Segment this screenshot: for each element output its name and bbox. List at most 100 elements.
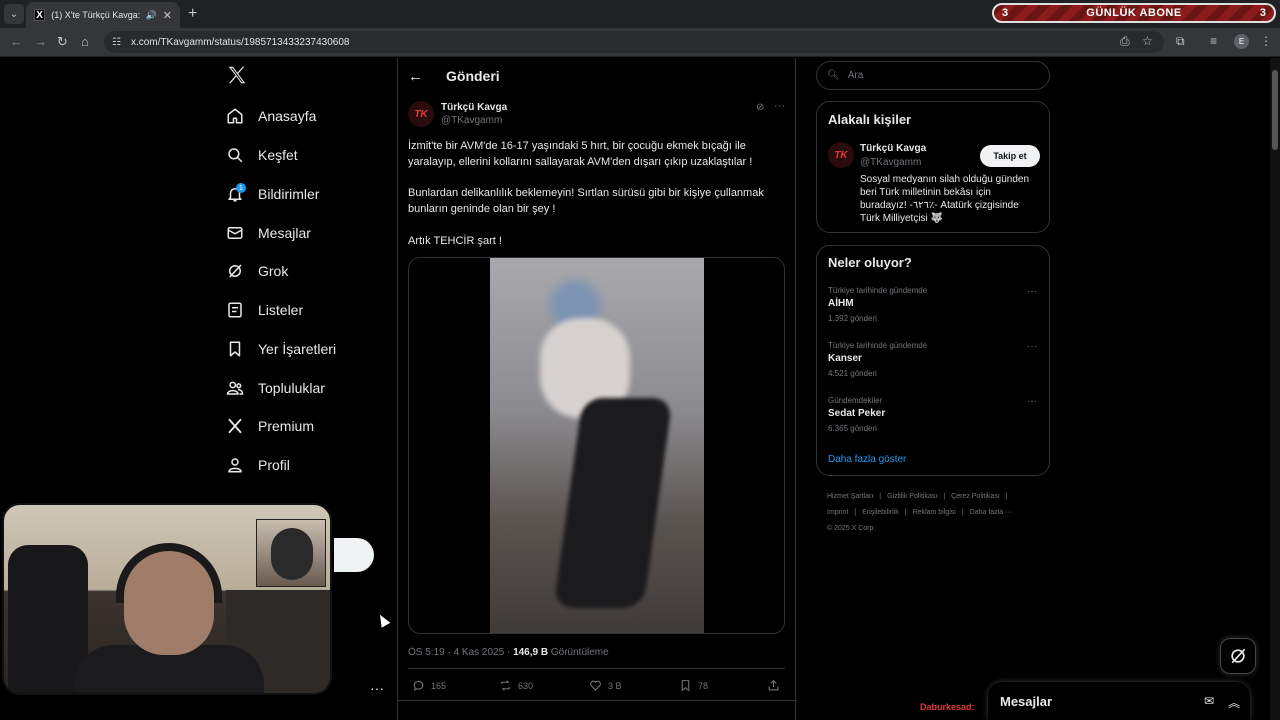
repost-icon: [501, 680, 510, 691]
headset-icon: [116, 543, 222, 603]
related-handle[interactable]: @TKavgamm: [860, 157, 921, 168]
notification-badge: 1: [236, 183, 246, 193]
nav-notifications[interactable]: 1 Bildirimler: [226, 182, 319, 206]
nav-lists[interactable]: Listeler: [226, 298, 303, 322]
post-time[interactable]: ÖS 5:19 · 4 Kas 2025 ·: [408, 647, 513, 658]
tab-search-button[interactable]: ⌄: [4, 4, 24, 24]
repost-button[interactable]: 630: [499, 679, 533, 692]
expand-up-icon[interactable]: ︽: [1228, 694, 1240, 711]
trend-name[interactable]: Sedat Peker: [828, 408, 885, 419]
scrollbar-thumb[interactable]: [1272, 70, 1278, 150]
footer-separator: |: [1005, 493, 1008, 500]
post-video[interactable]: [408, 257, 785, 634]
trend-name[interactable]: AİHM: [828, 298, 854, 309]
trend-context: Türkiye tarihinde gündemde: [828, 286, 928, 295]
footer-separator: |: [879, 493, 882, 500]
page-scrollbar[interactable]: [1270, 58, 1280, 720]
post-button[interactable]: [334, 538, 374, 572]
grok-icon: [1231, 648, 1246, 664]
footer-link[interactable]: Imprint: [827, 509, 848, 516]
copyright: © 2025 X Corp.: [827, 525, 876, 532]
footer-link[interactable]: Gizlilik Politikası: [887, 493, 937, 500]
grok-explain-icon[interactable]: ⊘: [756, 102, 764, 113]
nav-home-label: Anasayfa: [258, 108, 317, 124]
follow-button[interactable]: Takip et: [980, 145, 1040, 167]
footer-link[interactable]: Hizmet Şartları: [827, 493, 873, 500]
nav-explore[interactable]: Keşfet: [226, 143, 298, 167]
view-count: 146,9 B: [513, 647, 549, 658]
post-paragraph-2: Bunlardan delikanlılık beklemeyin! Sırtl…: [408, 187, 764, 215]
footer-separator: |: [904, 509, 907, 516]
related-name[interactable]: Türkçü Kavga: [860, 143, 926, 154]
nav-communities[interactable]: Topluluklar: [226, 376, 325, 400]
related-avatar[interactable]: TK: [828, 142, 854, 168]
browser-profile-avatar[interactable]: E: [1234, 34, 1249, 49]
stream-overlay-username: Daburkesad:: [920, 702, 975, 712]
messages-drawer[interactable]: Mesajlar ✉ ︽: [988, 682, 1250, 720]
browser-menu-icon[interactable]: ⋮: [1260, 34, 1272, 48]
nav-explore-label: Keşfet: [258, 147, 298, 163]
x-logo-icon[interactable]: [226, 64, 248, 86]
nav-bookmarks[interactable]: Yer İşaretleri: [226, 337, 336, 361]
new-tab-icon[interactable]: +: [188, 5, 197, 23]
reply-button[interactable]: 165: [412, 679, 446, 692]
trend-context: Türkiye tarihinde gündemde: [828, 341, 928, 350]
close-tab-icon[interactable]: ✕: [163, 9, 172, 22]
trend-more-icon[interactable]: ···: [1027, 286, 1037, 297]
new-message-icon[interactable]: ✉: [1204, 694, 1214, 708]
author-handle[interactable]: @TKavgamm: [441, 115, 502, 126]
account-more-icon[interactable]: ···: [370, 680, 384, 696]
nav-notifications-label: Bildirimler: [258, 186, 320, 202]
url-bar[interactable]: ☷ x.com/TKavgamm/status/1985713433237430…: [104, 31, 1164, 53]
nav-grok[interactable]: Grok: [226, 259, 288, 283]
footer-link[interactable]: Reklam bilgisi: [913, 509, 956, 516]
nav-profile[interactable]: Profil: [226, 453, 290, 477]
author-name[interactable]: Türkçü Kavga: [441, 102, 507, 113]
forward-icon[interactable]: →: [34, 34, 47, 49]
home-icon: [227, 108, 243, 124]
search-input[interactable]: 🔍︎ Ara: [816, 61, 1050, 90]
home-browser-icon[interactable]: ⌂: [81, 34, 89, 49]
grok-fab-button[interactable]: [1220, 638, 1256, 674]
banner-left-count: 3: [1002, 7, 1009, 19]
trend-context: Gündemdekiler: [828, 396, 883, 405]
mail-icon: [227, 227, 243, 239]
nav-grok-label: Grok: [258, 263, 289, 279]
nav-premium[interactable]: Premium: [226, 414, 314, 438]
url-text: x.com/TKavgamm/status/198571343323743060…: [130, 36, 350, 48]
install-app-icon[interactable]: ⎙: [1120, 34, 1130, 49]
bookmark-star-icon[interactable]: ☆: [1142, 34, 1153, 48]
bookmark-button[interactable]: 78: [679, 679, 708, 692]
trends-title: Neler oluyor?: [828, 255, 912, 270]
author-avatar[interactable]: TK: [408, 101, 434, 127]
trend-count: 1.392 gönderi: [828, 314, 877, 323]
speaker-icon[interactable]: 🔊: [146, 10, 157, 21]
streamer-webcam: [2, 503, 332, 695]
reply-count: 165: [431, 680, 447, 691]
media-controls-icon[interactable]: ≡: [1210, 34, 1217, 48]
site-info-icon[interactable]: ☷: [112, 37, 121, 48]
trend-name[interactable]: Kanser: [828, 353, 862, 364]
x-icon: [228, 418, 242, 434]
list-icon: [228, 302, 242, 318]
footer-more-link[interactable]: Daha fazla ···: [970, 509, 1012, 516]
trend-more-icon[interactable]: ···: [1027, 396, 1037, 407]
footer-link[interactable]: Çerez Politikası: [951, 493, 1000, 500]
post-more-icon[interactable]: ···: [774, 100, 785, 112]
nav-home[interactable]: Anasayfa: [226, 104, 316, 128]
show-more-link[interactable]: Daha fazla göster: [828, 454, 906, 465]
trends-card: Neler oluyor? Türkiye tarihinde gündemde…: [816, 245, 1050, 476]
share-button[interactable]: [767, 679, 780, 692]
like-button[interactable]: 3 B: [589, 679, 622, 692]
messages-drawer-title: Mesajlar: [1000, 694, 1053, 709]
extensions-icon[interactable]: ⧉: [1176, 34, 1185, 49]
back-icon[interactable]: ←: [10, 34, 23, 49]
reload-icon[interactable]: ↻: [57, 34, 68, 50]
back-arrow-icon[interactable]: ←: [408, 68, 423, 85]
browser-tab[interactable]: X (1) X'te Türkçü Kavga: "İzmi 🔊 ✕: [26, 2, 180, 28]
nav-messages[interactable]: Mesajlar: [226, 221, 311, 245]
video-frame[interactable]: [490, 258, 704, 633]
trend-more-icon[interactable]: ···: [1027, 341, 1037, 352]
footer-link[interactable]: Erişilebilirlik: [862, 509, 899, 516]
webcam-picture-in-picture: [256, 519, 326, 587]
